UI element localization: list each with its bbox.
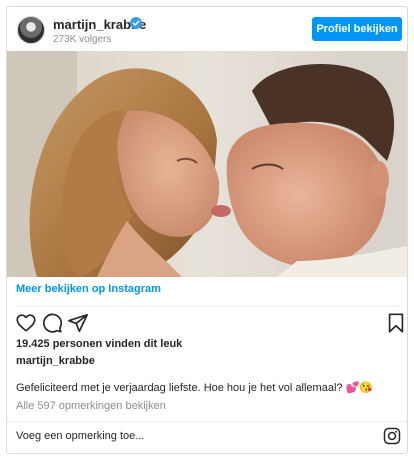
post-owner-username[interactable]: martijn_krabbe: [16, 355, 95, 367]
post-photo: [7, 51, 407, 277]
like-count[interactable]: 19.425 personen vinden dit leuk: [16, 338, 182, 350]
heart-icon[interactable]: [15, 312, 37, 334]
view-profile-button[interactable]: Profiel bekijken: [312, 17, 402, 41]
instagram-embed-card: martijn_krabbe 273K volgers Profiel beki…: [6, 6, 408, 454]
view-more-on-instagram-link[interactable]: Meer bekijken op Instagram: [16, 283, 161, 295]
post-image[interactable]: [7, 51, 407, 277]
comment-input[interactable]: [16, 426, 356, 446]
share-icon[interactable]: [67, 312, 89, 334]
bookmark-icon[interactable]: [385, 312, 407, 334]
instagram-logo-icon[interactable]: [383, 427, 401, 445]
divider: [7, 421, 407, 422]
comment-icon[interactable]: [41, 312, 63, 334]
avatar[interactable]: [17, 16, 45, 44]
action-bar: [7, 312, 407, 338]
verified-badge-icon: [130, 17, 142, 29]
post-caption: Gefeliciteerd met je verjaardag liefste.…: [16, 382, 373, 394]
view-all-comments-link[interactable]: Alle 597 opmerkingen bekijken: [16, 400, 166, 412]
post-header: martijn_krabbe 273K volgers Profiel beki…: [7, 7, 407, 51]
follower-count: 273K volgers: [53, 34, 112, 45]
divider: [16, 306, 398, 307]
